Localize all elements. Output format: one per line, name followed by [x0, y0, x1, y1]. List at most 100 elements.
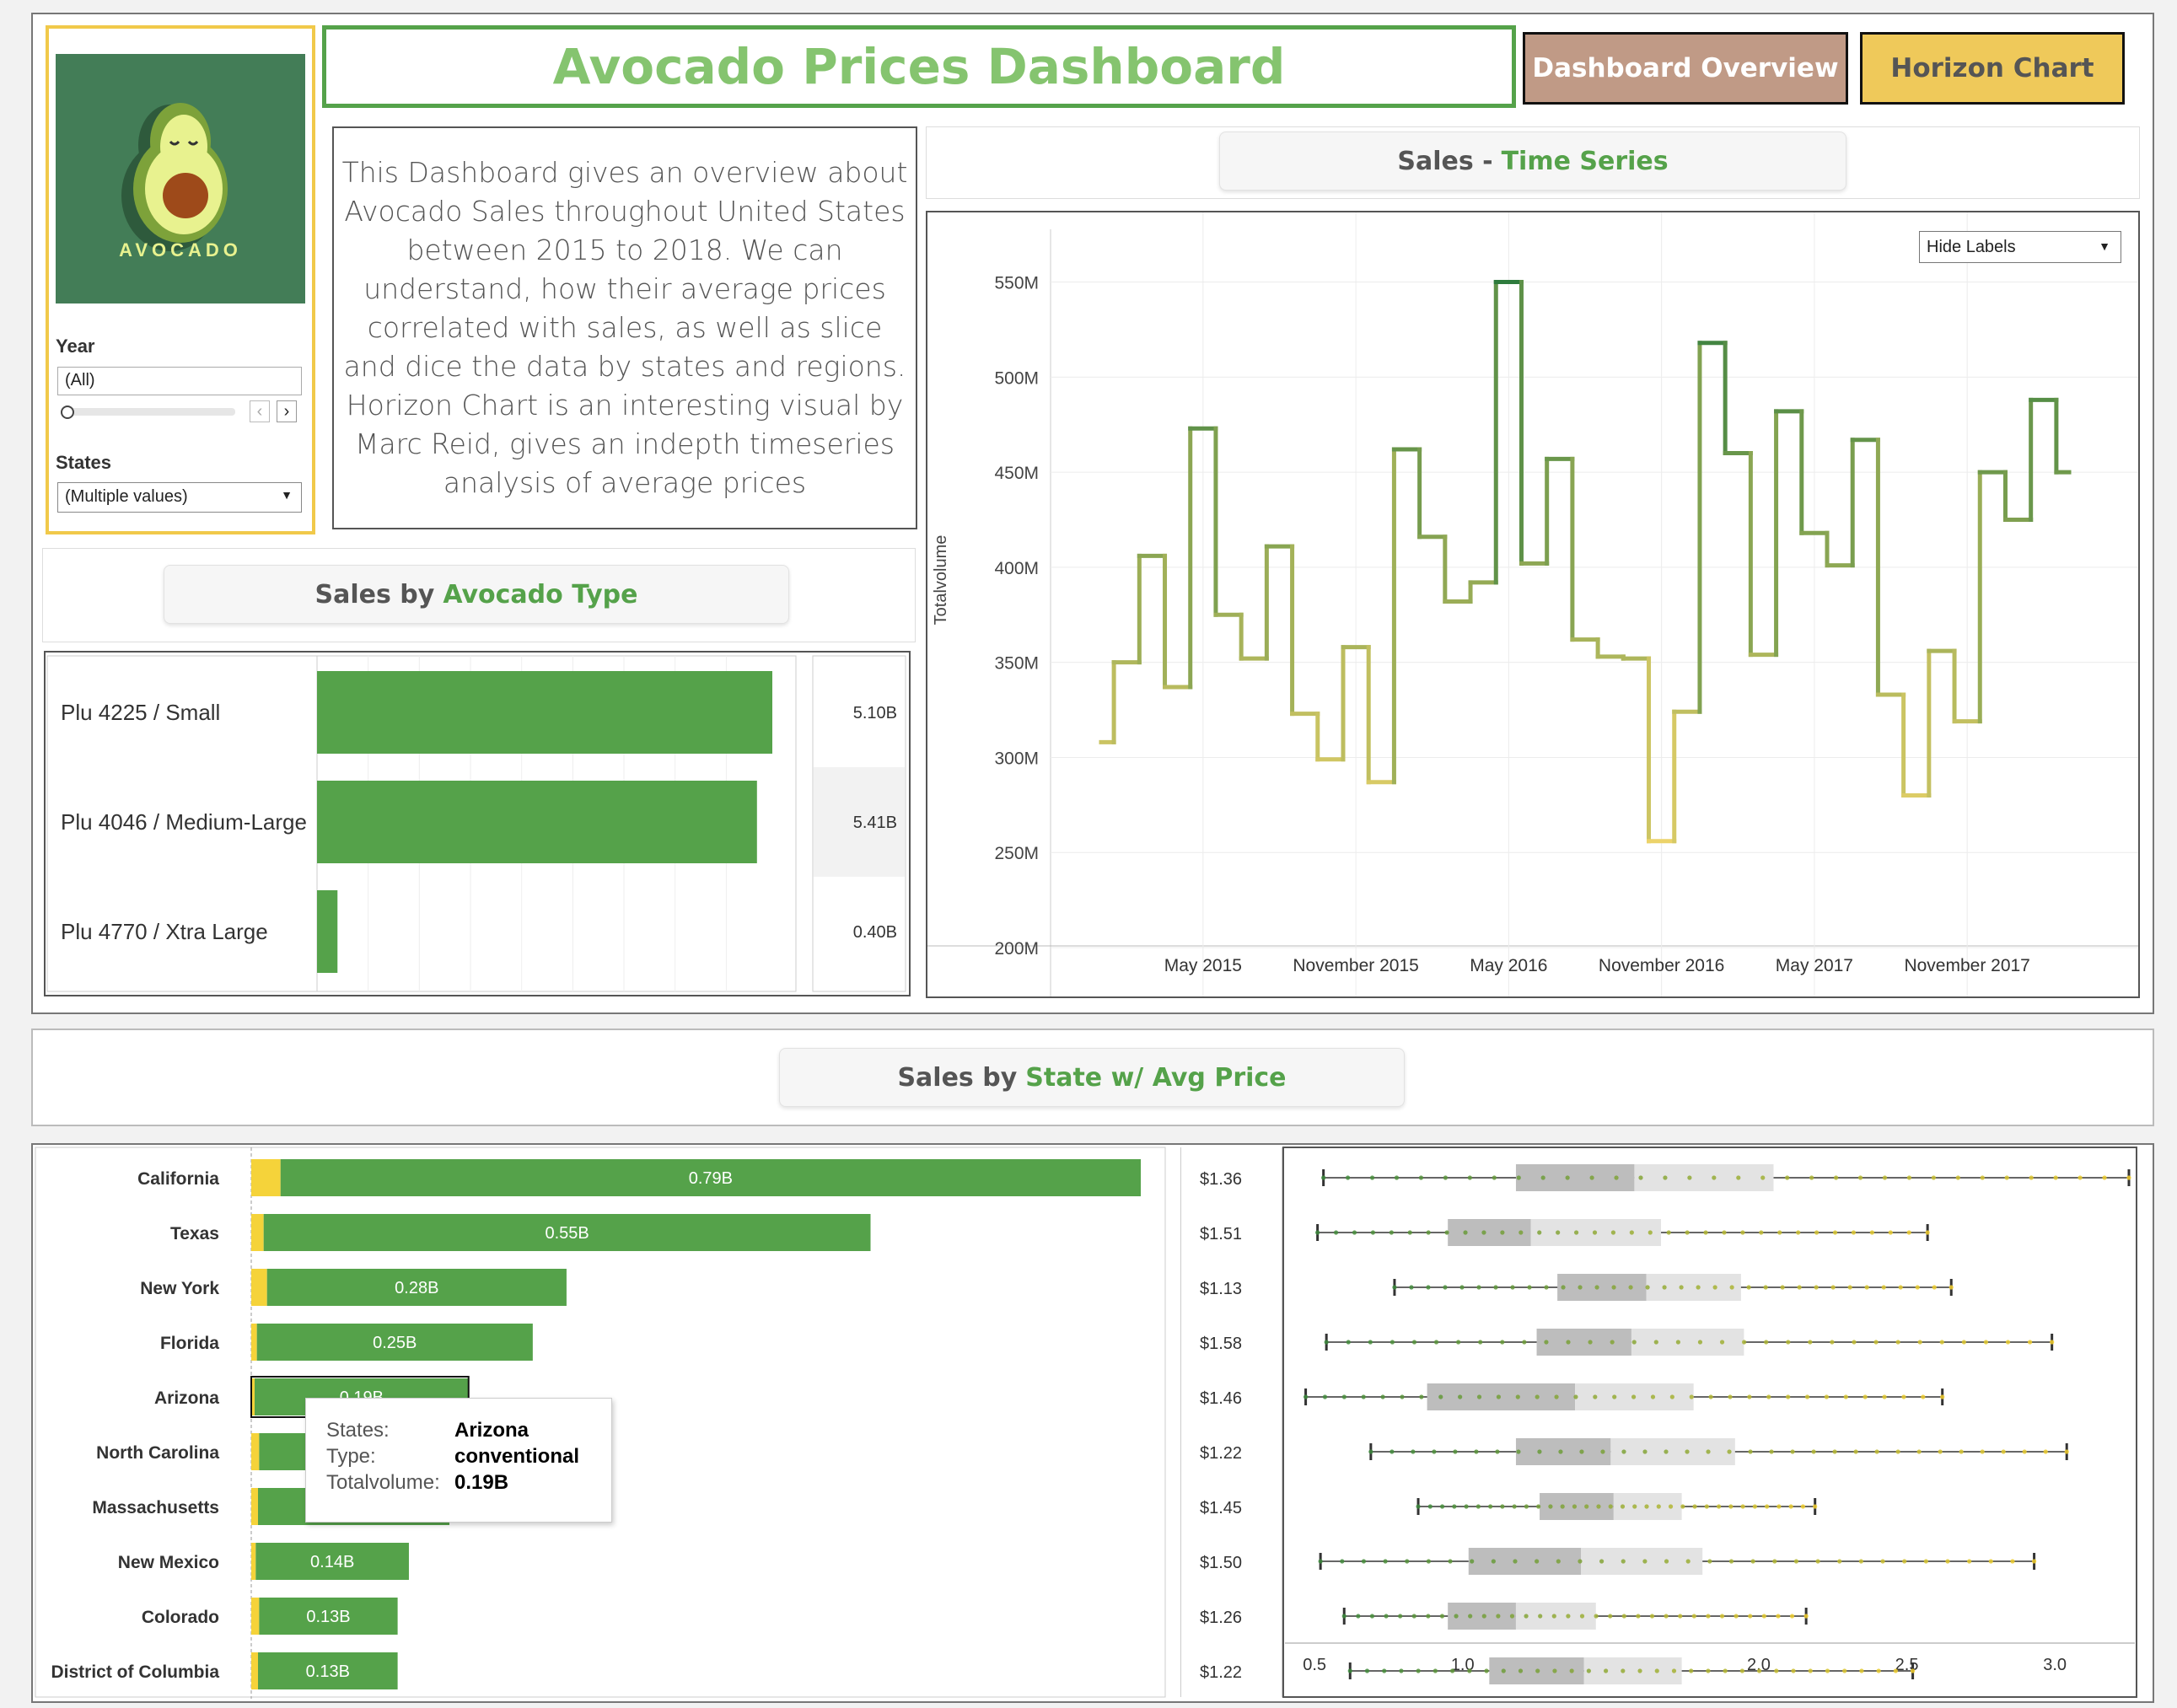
box-point: [1760, 1175, 1766, 1180]
box-point: [1390, 1449, 1395, 1454]
box-point: [1380, 1394, 1385, 1399]
box-point: [1772, 1559, 1777, 1564]
box-point: [1361, 1394, 1366, 1399]
avg-price-label: $1.36: [1200, 1170, 1242, 1189]
box-point: [1706, 1614, 1711, 1619]
box-point: [1584, 1504, 1589, 1509]
box-point: [1722, 1230, 1727, 1235]
box-point: [1449, 1668, 1455, 1673]
box-point: [1364, 1668, 1370, 1673]
box-point: [1608, 1614, 1613, 1619]
box-point: [1405, 1559, 1410, 1564]
box-point: [1728, 1504, 1734, 1509]
box-point: [1689, 1394, 1694, 1399]
type-category-label: Plu 4770 / Xtra Large: [61, 919, 268, 944]
box-point: [1518, 1668, 1524, 1673]
box-point: [1592, 1230, 1598, 1235]
box-lower: [1427, 1383, 1576, 1410]
box-lower: [1448, 1219, 1531, 1246]
horizon-chart-button[interactable]: Horizon Chart: [1860, 32, 2125, 105]
box-point: [1788, 1504, 1793, 1509]
box-point: [1548, 1504, 1553, 1509]
box-point: [1341, 1394, 1347, 1399]
box-point: [1712, 1285, 1717, 1290]
logo-text: AVOCADO: [119, 239, 242, 260]
type-panel: Plu 4225 / Small 5.10B Plu 4046 / Medium-L…: [44, 651, 911, 996]
box-point: [1452, 1504, 1457, 1509]
box-point: [1814, 1285, 1819, 1290]
year-next-button[interactable]: ›: [277, 400, 297, 422]
box-point: [1341, 1614, 1347, 1619]
box-point: [1608, 1504, 1613, 1509]
box-point: [1797, 1285, 1802, 1290]
box-point: [1803, 1614, 1809, 1619]
box-point: [1407, 1230, 1412, 1235]
box-point: [1411, 1614, 1416, 1619]
box-point: [1988, 1559, 1993, 1564]
y-tick-label: 250M: [994, 844, 1039, 863]
box-point: [1535, 1394, 1540, 1399]
box-point: [1578, 1559, 1583, 1564]
x-tick-label: November 2017: [1904, 956, 2029, 975]
box-point: [1882, 1394, 1887, 1399]
year-slider-handle[interactable]: [61, 406, 74, 419]
box-point: [1777, 1230, 1782, 1235]
box-point: [1612, 1394, 1617, 1399]
state-bar-organic: [251, 1159, 281, 1196]
state-bar-organic: [251, 1214, 264, 1251]
box-point: [1538, 1614, 1543, 1619]
box-point: [1390, 1340, 1395, 1345]
box-point: [1426, 1230, 1431, 1235]
box-frame: [1282, 1147, 2137, 1698]
box-point: [1369, 1175, 1375, 1180]
box-point: [1728, 1394, 1733, 1399]
box-point: [1696, 1285, 1701, 1290]
box-point: [1352, 1230, 1357, 1235]
timeseries-panel: Hide Labels ▼ 200M 250M 300M 350M 400M 450M 50…: [926, 211, 2140, 998]
states-dropdown[interactable]: (Multiple values) ▼: [57, 482, 302, 513]
box-point: [1448, 1559, 1453, 1564]
box-point: [1426, 1285, 1431, 1290]
timeseries-title: Sales - Time Series: [1219, 132, 1846, 191]
box-point: [1830, 1340, 1835, 1345]
box-point: [1902, 1559, 1907, 1564]
box-point: [1535, 1559, 1540, 1564]
box-point: [1544, 1285, 1549, 1290]
box-point: [1493, 1285, 1498, 1290]
chevron-down-icon: ▼: [2099, 239, 2110, 253]
box-point: [1572, 1504, 1578, 1509]
box-point: [1558, 1449, 1563, 1454]
box-point: [1882, 1175, 1888, 1180]
box-point: [2102, 1175, 2107, 1180]
state-label: New Mexico: [118, 1553, 219, 1572]
x-tick-label: May 2016: [1470, 956, 1547, 975]
box-point: [1671, 1668, 1677, 1673]
box-point: [1662, 1285, 1667, 1290]
type-bar: [317, 890, 338, 973]
box-point: [1808, 1668, 1813, 1673]
box-point: [1842, 1668, 1847, 1673]
box-point: [1621, 1559, 1626, 1564]
box-point: [1621, 1449, 1626, 1454]
hide-labels-dropdown[interactable]: Hide Labels ▼: [1919, 231, 2121, 263]
box-lower: [1536, 1329, 1631, 1356]
box-point: [1729, 1285, 1734, 1290]
box-point: [1716, 1504, 1722, 1509]
box-point: [1664, 1449, 1669, 1454]
box-point: [1394, 1175, 1400, 1180]
box-point: [1895, 1340, 1900, 1345]
box-point: [1945, 1559, 1950, 1564]
year-input[interactable]: (All): [57, 367, 302, 395]
dashboard-overview-button[interactable]: Dashboard Overview: [1523, 32, 1848, 105]
box-point: [1814, 1230, 1820, 1235]
year-prev-button[interactable]: ‹: [250, 400, 270, 422]
box-point: [1512, 1504, 1517, 1509]
box-point: [1759, 1230, 1764, 1235]
box-point: [1603, 1668, 1609, 1673]
box-point: [1426, 1614, 1431, 1619]
box-point: [1949, 1285, 1954, 1290]
year-slider[interactable]: [62, 408, 235, 416]
box-point: [1438, 1394, 1443, 1399]
box-point: [1876, 1668, 1881, 1673]
box-point: [1599, 1559, 1605, 1564]
